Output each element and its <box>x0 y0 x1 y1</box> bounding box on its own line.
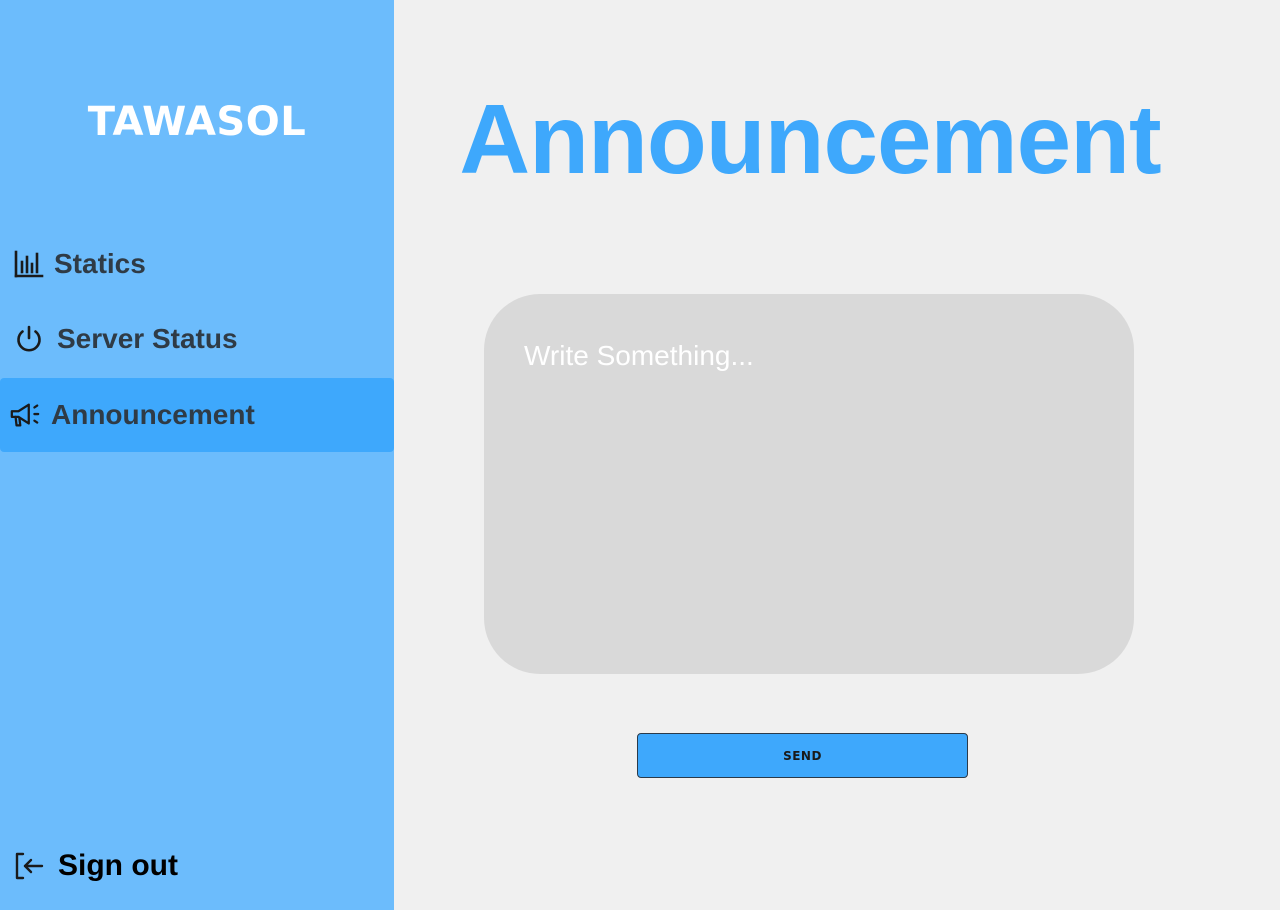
app-window: TAWASOL Statics Server Status Announceme… <box>0 0 1280 910</box>
sidebar-item-server-status[interactable]: Server Status <box>0 302 394 376</box>
sidebar-item-statics[interactable]: Statics <box>0 227 394 301</box>
announcement-input-container <box>484 294 1134 674</box>
send-button[interactable]: SEND <box>637 733 968 778</box>
brand-logo: TAWASOL <box>87 99 307 145</box>
power-icon <box>13 323 45 355</box>
bar-chart-icon <box>12 248 44 280</box>
sign-out-label: Sign out <box>58 849 178 882</box>
sidebar-item-label: Server Status <box>57 323 238 354</box>
page-title: Announcement <box>459 84 1161 194</box>
sidebar: TAWASOL Statics Server Status Announceme… <box>0 0 394 910</box>
sidebar-item-label: Statics <box>54 248 146 279</box>
sign-out-icon <box>13 850 45 882</box>
sidebar-item-label: Announcement <box>51 399 255 430</box>
megaphone-icon <box>9 399 41 431</box>
sidebar-item-announcement[interactable]: Announcement <box>0 378 394 452</box>
sign-out-button[interactable]: Sign out <box>0 830 394 902</box>
announcement-message-input[interactable] <box>524 340 1094 628</box>
